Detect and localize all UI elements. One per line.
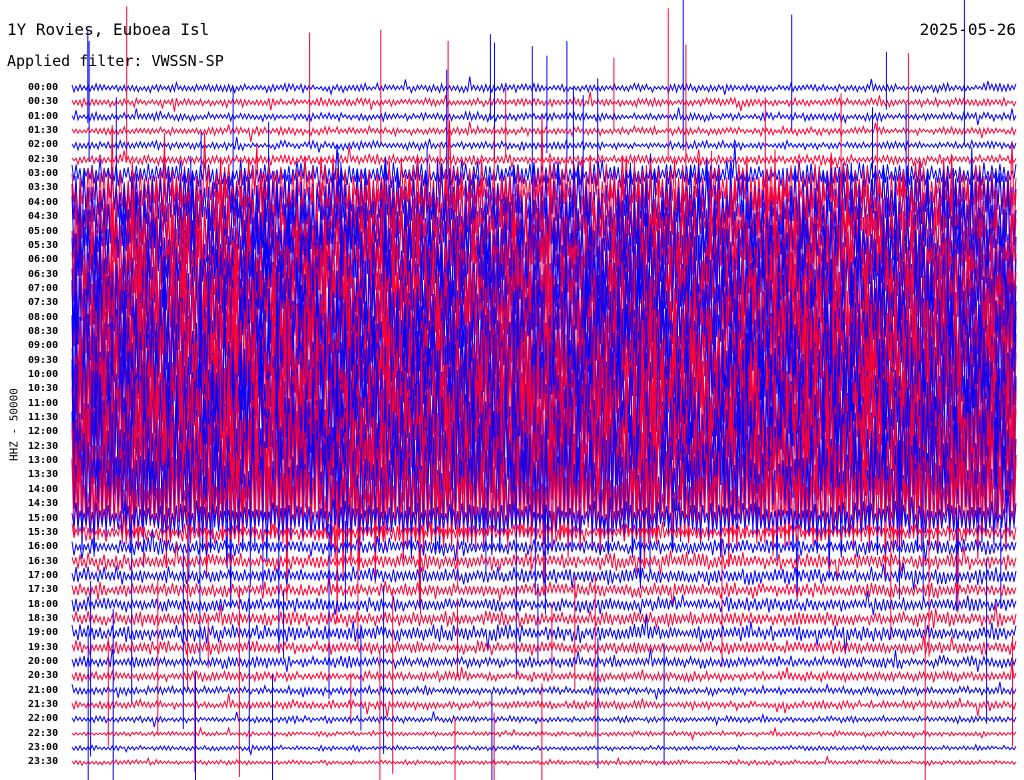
row-label: 02:30 — [28, 153, 59, 165]
row-label: 02:00 — [28, 139, 59, 151]
row-label: 15:30 — [28, 526, 59, 538]
trace-row — [71, 91, 1017, 112]
trace-row — [71, 726, 1017, 742]
date-label: 2025-05-26 — [919, 20, 1016, 39]
row-label: 20:30 — [28, 670, 59, 682]
row-label: 07:00 — [28, 282, 59, 294]
trace-row — [71, 693, 1017, 717]
row-label: 21:30 — [28, 699, 59, 711]
row-label: 13:00 — [28, 455, 59, 467]
trace-row — [71, 681, 1017, 700]
row-label: 10:00 — [28, 369, 59, 380]
row-label: 18:30 — [28, 612, 59, 624]
row-label: 19:30 — [28, 641, 59, 653]
row-label: 00:30 — [28, 96, 59, 108]
helicorder-plot — [71, 0, 1017, 780]
row-label: 20:00 — [28, 656, 59, 667]
row-label: 09:00 — [28, 340, 59, 352]
filter-label: Applied filter: VWSSN-SP — [7, 52, 224, 70]
row-label: 03:30 — [28, 182, 59, 194]
row-label: 16:30 — [28, 555, 59, 567]
row-label: 17:30 — [28, 584, 59, 596]
row-label: 05:00 — [28, 225, 59, 237]
trace-row — [71, 711, 1017, 728]
row-label: 13:30 — [28, 469, 59, 481]
row-label: 21:00 — [28, 684, 59, 696]
trace-row — [71, 107, 1017, 126]
row-label: 11:30 — [28, 412, 59, 424]
row-label: 18:00 — [28, 598, 59, 610]
row-label: 00:00 — [28, 82, 59, 93]
row-label: 12:00 — [28, 426, 59, 438]
row-label: 22:00 — [28, 713, 59, 725]
trace-row — [71, 76, 1017, 96]
row-label: 16:00 — [28, 541, 59, 553]
row-label: 23:00 — [28, 742, 59, 754]
row-label: 08:00 — [28, 311, 59, 323]
row-label: 10:30 — [28, 383, 59, 395]
trace-row — [71, 136, 1017, 153]
row-label: 14:00 — [28, 483, 59, 495]
row-label: 15:00 — [28, 512, 59, 524]
row-label: 14:30 — [28, 498, 59, 510]
row-label: 23:30 — [28, 756, 59, 768]
trace-row — [71, 663, 1017, 684]
station-title: 1Y Rovies, Euboea Isl — [7, 20, 210, 39]
row-label: 22:30 — [28, 727, 59, 739]
row-label: 01:30 — [28, 125, 59, 137]
y-axis-label: HHZ - 50000 — [7, 388, 21, 461]
row-label: 06:00 — [28, 254, 59, 266]
row-label: 04:00 — [28, 196, 59, 208]
row-label: 19:00 — [28, 627, 59, 639]
row-label: 17:00 — [28, 569, 59, 581]
row-label: 09:30 — [28, 354, 59, 366]
row-label: 07:30 — [28, 297, 59, 309]
row-label: 03:00 — [28, 168, 59, 180]
trace-row — [71, 755, 1017, 767]
row-label: 12:30 — [28, 440, 59, 452]
row-label: 04:30 — [28, 211, 59, 223]
trace-row — [71, 146, 1017, 169]
row-label: 01:00 — [28, 110, 59, 122]
trace-row — [71, 635, 1017, 656]
row-label: 11:00 — [28, 397, 59, 409]
trace-row — [71, 743, 1017, 757]
row-label: 08:30 — [28, 325, 59, 337]
row-label: 06:30 — [28, 268, 59, 280]
row-label: 05:30 — [28, 239, 59, 251]
trace-row — [71, 648, 1017, 672]
trace-row — [71, 121, 1017, 142]
